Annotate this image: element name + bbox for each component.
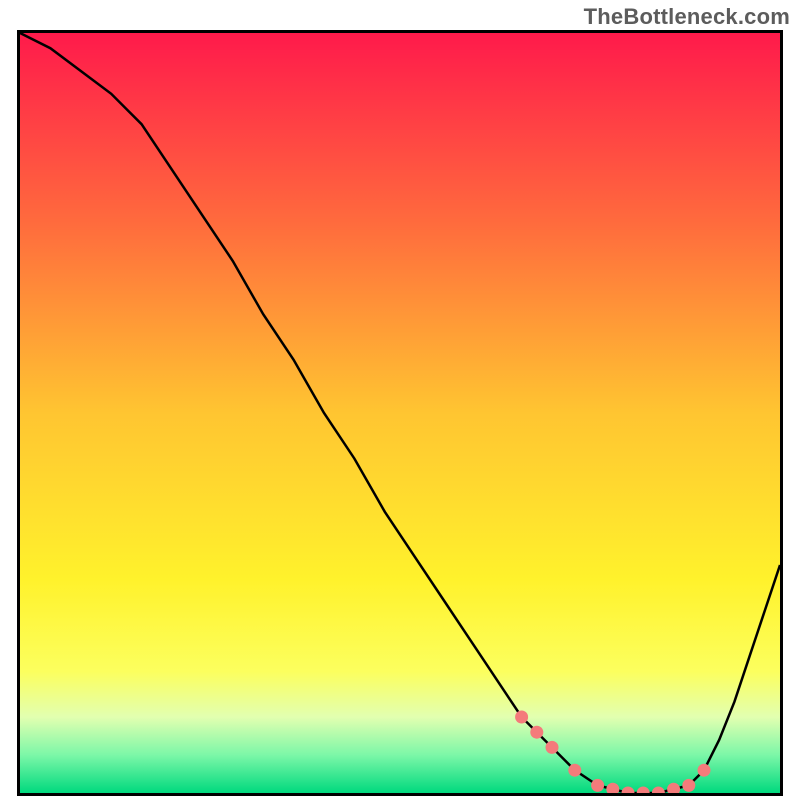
highlight-point [530,726,543,739]
highlight-point [568,764,581,777]
watermark-text: TheBottleneck.com [584,4,790,30]
bottleneck-chart [17,30,783,796]
highlight-point [682,779,695,792]
highlight-point [591,779,604,792]
highlight-point [698,764,711,777]
highlight-point [515,711,528,724]
highlight-point [546,741,559,754]
chart-container: TheBottleneck.com [0,0,800,800]
chart-background [20,33,780,793]
